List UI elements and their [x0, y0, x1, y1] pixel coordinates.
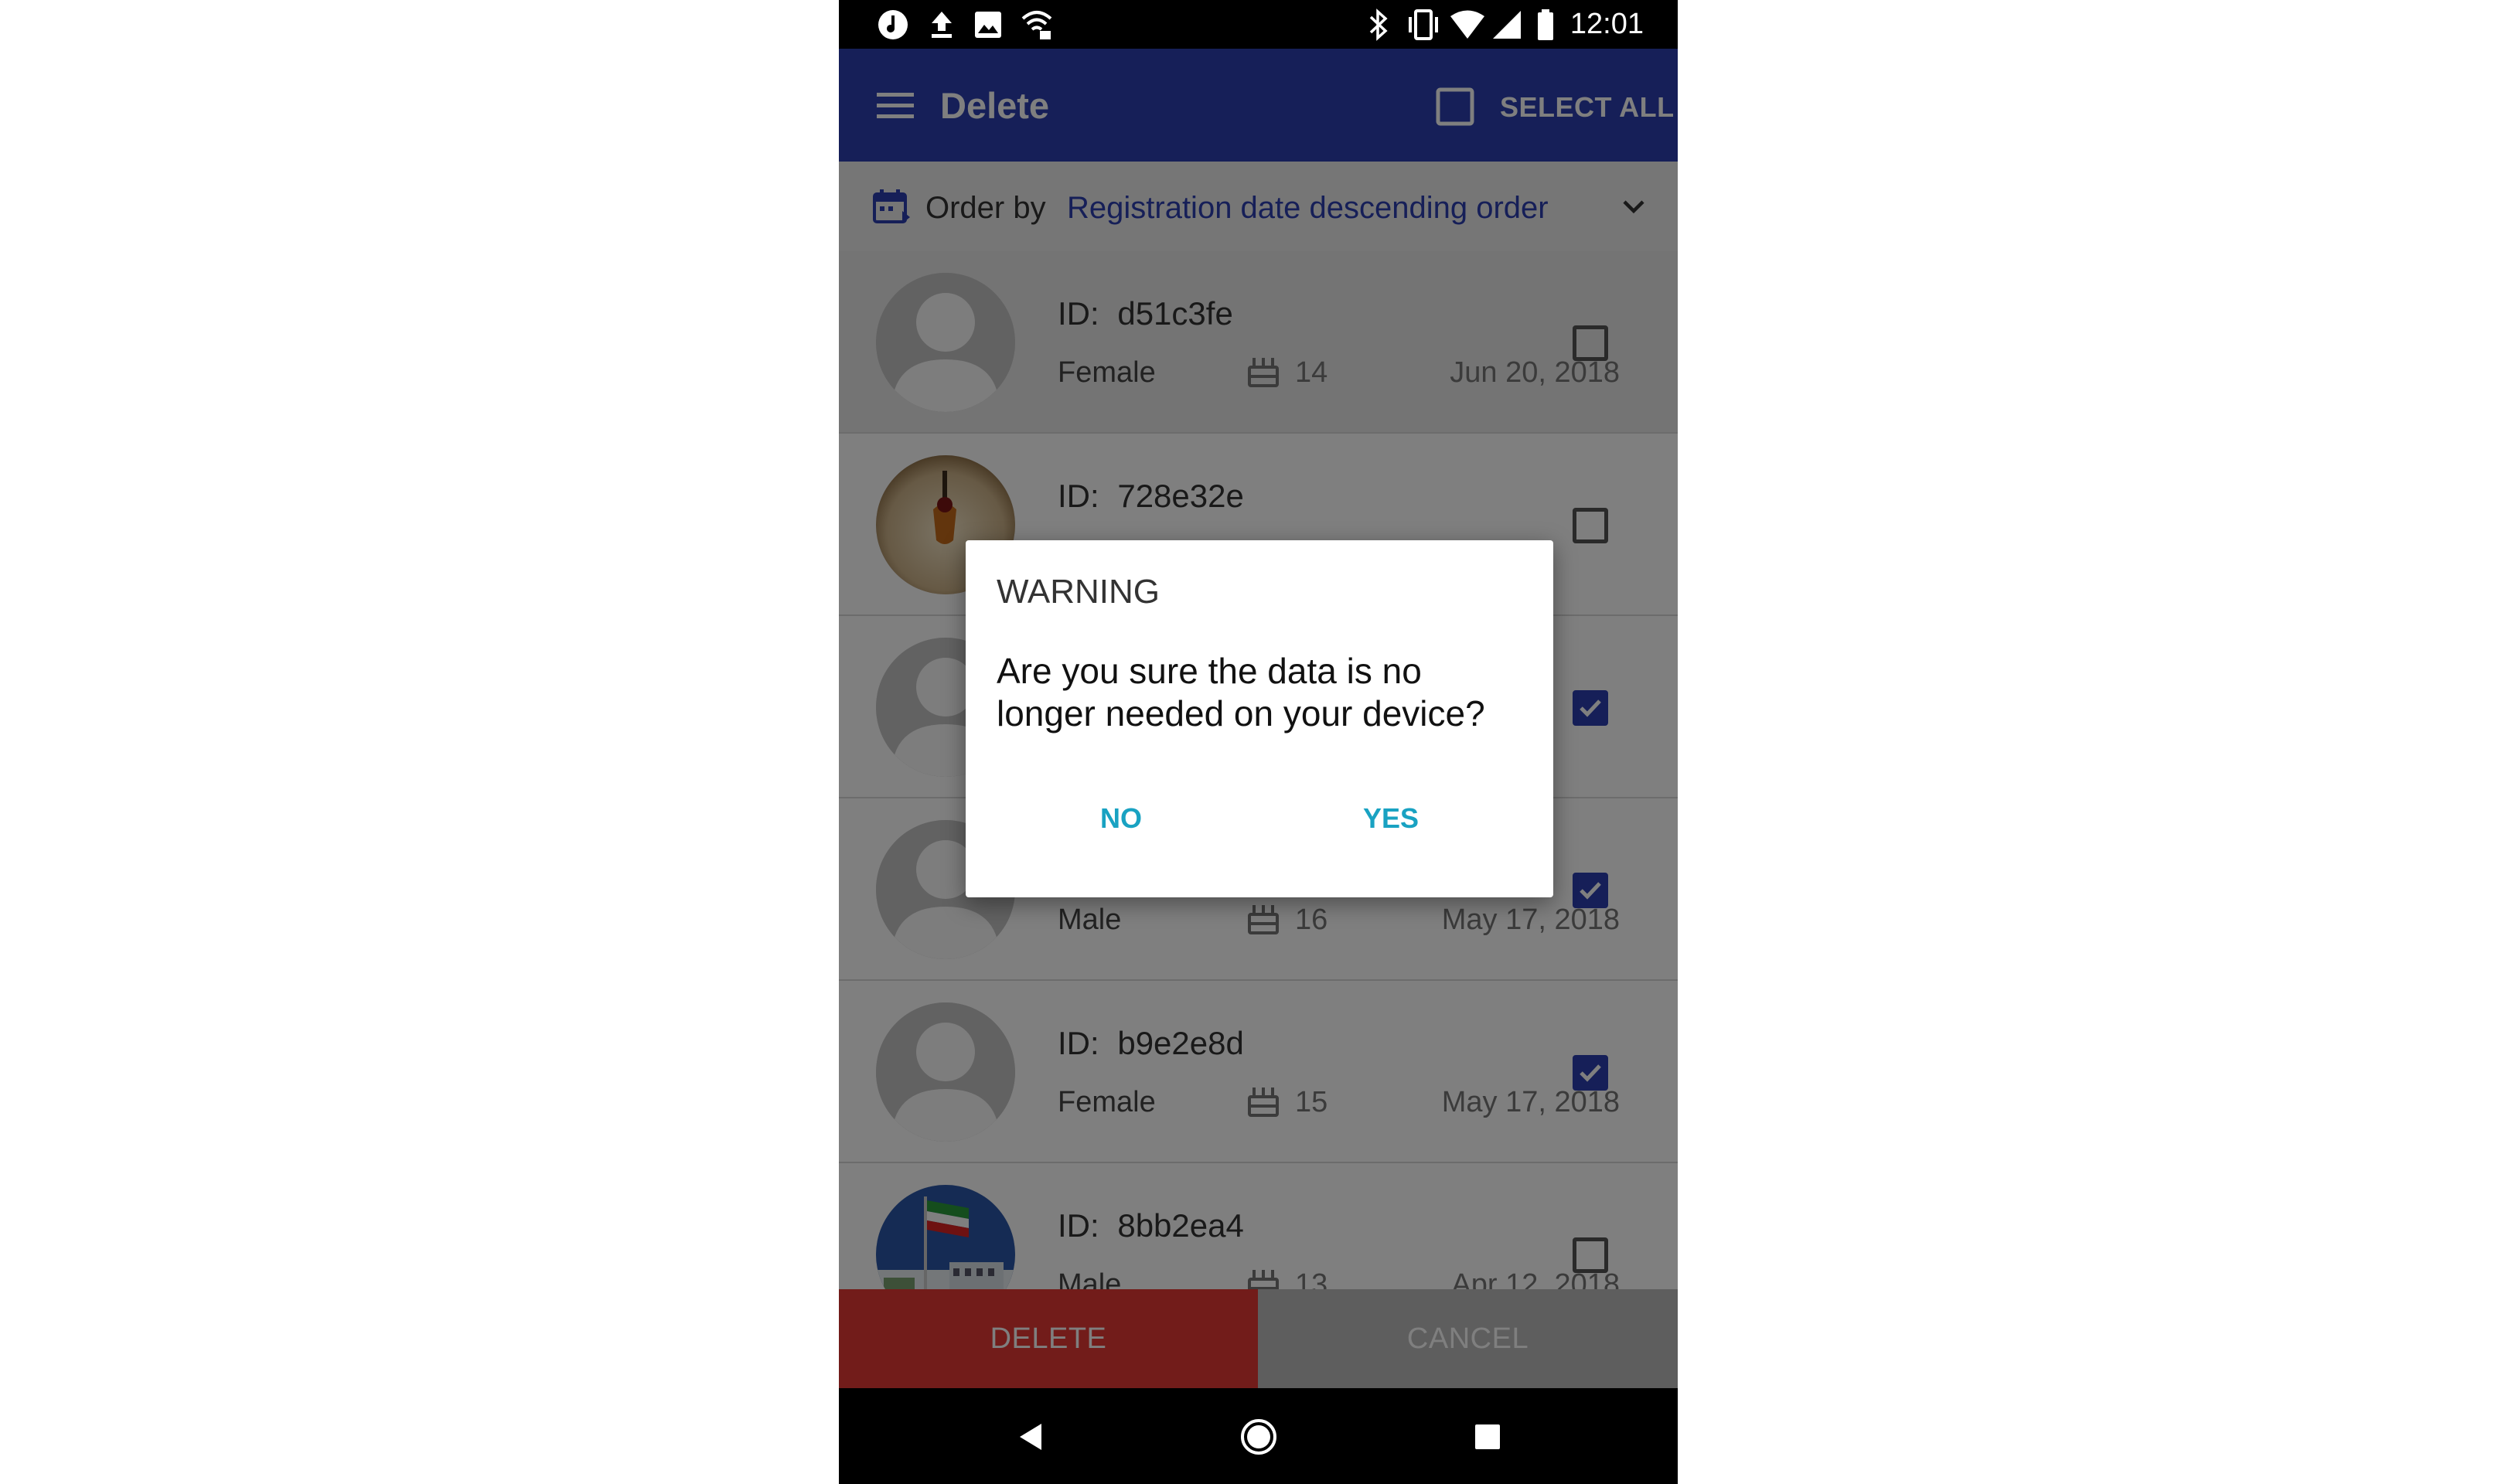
status-time: 12:01 [1569, 8, 1644, 40]
recents-icon[interactable] [1473, 1422, 1502, 1452]
back-icon[interactable] [1015, 1421, 1046, 1453]
wifi-lock-icon [1021, 11, 1052, 39]
yes-button[interactable]: YES [1352, 795, 1430, 842]
upload-icon [932, 12, 952, 38]
dialog-message: Are you sure the data is no longer neede… [997, 651, 1485, 733]
home-icon[interactable] [1239, 1418, 1278, 1456]
music-note-icon [878, 10, 908, 39]
wifi-icon [1450, 10, 1484, 39]
bluetooth-icon [1369, 9, 1388, 41]
status-bar: 12:01 [839, 0, 1678, 49]
no-button[interactable]: NO [1089, 795, 1153, 842]
navigation-bar [839, 1388, 1678, 1484]
battery-icon [1538, 9, 1553, 40]
warning-dialog: WARNING Are you sure the data is no long… [966, 540, 1553, 897]
vibrate-icon [1409, 9, 1438, 40]
image-icon [975, 12, 1001, 38]
dialog-title: WARNING [997, 573, 1160, 611]
signal-icon [1493, 11, 1521, 39]
phone-screen: 12:01 Delete SELECT ALL Order by Registr… [839, 0, 1678, 1484]
